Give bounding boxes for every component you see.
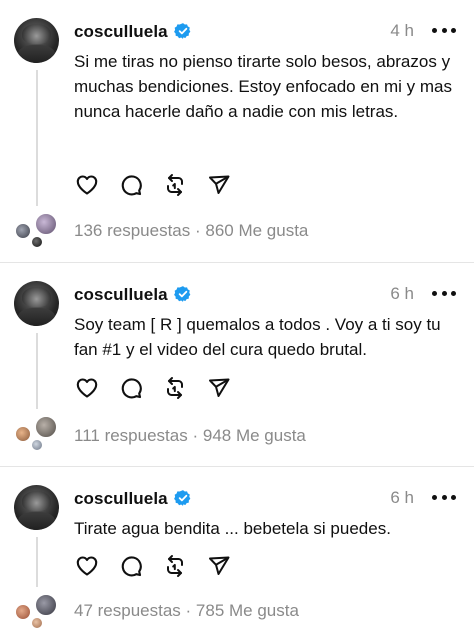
avatar [34,415,58,439]
post-text: Soy team [ R ] quemalos a todos . Voy a … [74,315,441,359]
post-actions [74,553,232,579]
likes-count[interactable]: 948 Me gusta [203,426,306,445]
more-icon[interactable] [432,487,456,507]
post-time: 4 h [390,21,414,40]
avatar [34,593,58,617]
post-time: 6 h [390,488,414,507]
author-username[interactable]: cosculluela [74,489,168,509]
verified-badge-icon [174,490,191,506]
author-username[interactable]: cosculluela [74,22,168,42]
heart-icon[interactable] [74,172,100,198]
replies-count[interactable]: 136 respuestas [74,221,190,240]
author-avatar[interactable] [14,281,59,326]
avatar [30,438,44,452]
send-icon[interactable] [206,172,232,198]
thread-line [36,333,38,409]
repost-icon[interactable] [162,553,188,579]
comment-icon[interactable] [118,375,144,401]
reply-avatars [14,593,60,630]
avatar [14,425,32,443]
stats-separator: · [194,221,206,240]
post-stats: 47 respuestas · 785 Me gusta [74,601,299,621]
stats-separator: · [185,601,196,620]
thread-line [36,70,38,206]
heart-icon[interactable] [74,375,100,401]
send-icon[interactable] [206,375,232,401]
author-avatar[interactable] [14,18,59,63]
post-2[interactable]: cosculluela 6 h Soy team [ R ] quemalos … [0,263,474,465]
thread-line [36,537,38,587]
post-actions [74,172,232,198]
post-text: Tirate agua bendita ... bebetela si pued… [74,519,391,538]
comment-icon[interactable] [118,553,144,579]
post-actions [74,375,232,401]
avatar [34,212,58,236]
author-avatar[interactable] [14,485,59,530]
avatar [30,235,44,249]
replies-count[interactable]: 111 respuestas [74,426,188,445]
more-icon[interactable] [432,283,456,303]
post-stats: 136 respuestas · 860 Me gusta [74,221,308,241]
send-icon[interactable] [206,553,232,579]
reply-avatars [14,415,60,452]
avatar [30,616,44,630]
post-text: Si me tiras no pienso tirarte solo besos… [74,52,452,121]
more-icon[interactable] [432,20,456,40]
verified-badge-icon [174,286,191,302]
likes-count[interactable]: 860 Me gusta [205,221,308,240]
avatar [14,222,32,240]
verified-badge-icon [174,23,191,39]
stats-separator: · [192,426,203,445]
post-time: 6 h [390,284,414,303]
post-stats: 111 respuestas · 948 Me gusta [74,426,306,446]
repost-icon[interactable] [162,172,188,198]
comment-icon[interactable] [118,172,144,198]
repost-icon[interactable] [162,375,188,401]
reply-avatars [14,212,60,249]
likes-count[interactable]: 785 Me gusta [196,601,299,620]
heart-icon[interactable] [74,553,100,579]
replies-count[interactable]: 47 respuestas [74,601,181,620]
post-3[interactable]: cosculluela 6 h Tirate agua bendita ... … [0,467,474,633]
avatar [14,603,32,621]
post-1[interactable]: cosculluela 4 h Si me tiras no pienso ti… [0,0,474,262]
author-username[interactable]: cosculluela [74,285,168,305]
